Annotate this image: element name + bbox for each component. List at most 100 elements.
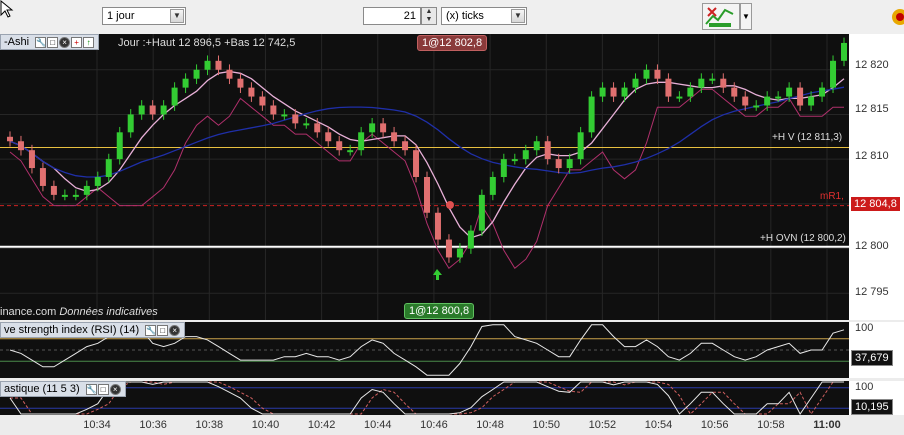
candle — [281, 109, 288, 120]
add-icon[interactable]: + — [71, 37, 83, 48]
candle — [632, 73, 639, 93]
position-badge-top[interactable]: 1@12 802,8 — [417, 35, 488, 51]
price-chart[interactable]: -Ashi 🔧 □ × + ↑ Jour :+Haut 12 896,5 +Bas 12… — [0, 34, 849, 320]
candle — [413, 144, 420, 183]
level-label-mr1: mR1, — [820, 191, 844, 202]
candle — [193, 64, 200, 85]
candle-body — [489, 177, 496, 195]
level-label-ovn: +H OVN (12 800,2) — [760, 233, 846, 244]
candle-body — [127, 114, 134, 133]
candle — [676, 91, 683, 102]
window-icon[interactable]: □ — [47, 37, 59, 48]
candle-body — [270, 105, 277, 115]
price-axis[interactable]: 12 820 12 815 12 810 12 800 12 795 12 80… — [849, 34, 904, 320]
candle — [380, 118, 387, 138]
candle — [764, 91, 771, 111]
toolbar: 1 jour ▼ 21 ▲ ▼ (x) ticks ▼ ▼ — [0, 0, 904, 35]
chevron-down-icon[interactable]: ▼ — [511, 9, 525, 23]
stochastic-value-tag: 10,195 — [851, 399, 893, 415]
candle-body — [204, 60, 211, 70]
close-icon[interactable]: × — [59, 37, 71, 48]
candle — [698, 73, 705, 93]
chevron-down-icon[interactable]: ▼ — [170, 9, 184, 23]
stochastic-chart[interactable]: astique (11 5 3) 🔧 □ × — [0, 381, 849, 415]
indicator-button[interactable] — [702, 3, 740, 30]
close-icon[interactable]: × — [169, 325, 181, 336]
wrench-icon[interactable]: 🔧 — [85, 384, 97, 395]
candle-body — [83, 185, 90, 195]
candle-body — [226, 69, 233, 79]
candle-body — [709, 78, 716, 81]
ticks-count-value: 21 — [403, 10, 416, 22]
candle-body — [566, 159, 573, 169]
stochastic-axis[interactable]: 100 10,195 — [849, 381, 904, 415]
candle — [127, 109, 134, 138]
candle-body — [182, 78, 189, 88]
candle-body — [413, 150, 420, 177]
candle-body — [797, 87, 804, 106]
price-plot[interactable] — [0, 34, 849, 320]
ticks-unit-select[interactable]: (x) ticks ▼ — [441, 7, 527, 25]
candle-body — [775, 96, 782, 99]
period-select[interactable]: 1 jour ▼ — [102, 7, 186, 25]
wrench-icon[interactable]: 🔧 — [145, 325, 157, 336]
candle — [544, 135, 551, 165]
candle — [149, 100, 156, 120]
price-tag-red: 12 804,8 — [851, 197, 900, 211]
candle-body — [402, 141, 409, 151]
close-icon[interactable]: × — [109, 384, 121, 395]
candle-body — [61, 194, 68, 197]
candle — [347, 144, 354, 156]
candle — [841, 37, 847, 67]
candle — [434, 207, 441, 245]
time-tick: 10:38 — [195, 419, 224, 431]
time-tick: 10:46 — [420, 419, 448, 431]
source-name: inance.com — [0, 306, 57, 318]
candle — [215, 55, 222, 76]
candle — [808, 91, 815, 111]
candle-body — [731, 87, 738, 97]
ticks-count-input[interactable]: 21 — [363, 7, 421, 25]
rsi-axis[interactable]: 100 37,679 — [849, 322, 904, 378]
candle-body — [753, 105, 760, 108]
candle — [489, 171, 496, 201]
stochastic-signal-line — [10, 381, 844, 415]
candle-body — [742, 96, 749, 106]
ticks-stepper[interactable]: ▲ ▼ — [421, 7, 437, 25]
candle-body — [325, 132, 332, 142]
wrench-icon[interactable]: 🔧 — [35, 37, 47, 48]
candle — [237, 73, 244, 93]
candle — [116, 126, 123, 165]
candle — [610, 82, 617, 102]
time-tick: 10:36 — [139, 419, 167, 431]
candle — [665, 73, 672, 102]
time-tick: 10:52 — [588, 419, 617, 431]
candle-body — [808, 96, 815, 106]
up-arrow-icon[interactable]: ↑ — [83, 37, 95, 48]
alert-icon[interactable] — [888, 8, 904, 26]
candle-body — [434, 212, 441, 240]
position-badge-bottom[interactable]: 1@12 800,8 — [404, 303, 475, 319]
candle-body — [665, 78, 672, 97]
stochastic-k-line — [9, 381, 844, 415]
stochastic-plot[interactable] — [0, 381, 849, 415]
candle-body — [544, 141, 551, 160]
candle-body — [610, 87, 617, 97]
candle-body — [841, 42, 847, 61]
indicator-menu-arrow[interactable]: ▼ — [740, 3, 752, 30]
rsi-chart[interactable]: ve strength index (RSI) (14) 🔧 □ × — [0, 322, 849, 378]
candle — [391, 126, 398, 147]
candle-body — [171, 87, 178, 106]
price-tick: 12 795 — [855, 286, 889, 298]
candle — [17, 135, 24, 156]
window-icon[interactable]: □ — [157, 325, 169, 336]
price-panel-title: -Ashi — [4, 36, 30, 48]
candle-body — [599, 87, 606, 97]
candle — [753, 100, 760, 111]
candle-body — [281, 114, 288, 117]
time-axis[interactable]: 10:34 10:36 10:38 10:40 10:42 10:44 10:46 10:48… — [0, 415, 849, 435]
window-icon[interactable]: □ — [97, 384, 109, 395]
candle-body — [336, 141, 343, 151]
time-tick: 10:44 — [364, 419, 392, 431]
candle-body — [303, 123, 310, 126]
